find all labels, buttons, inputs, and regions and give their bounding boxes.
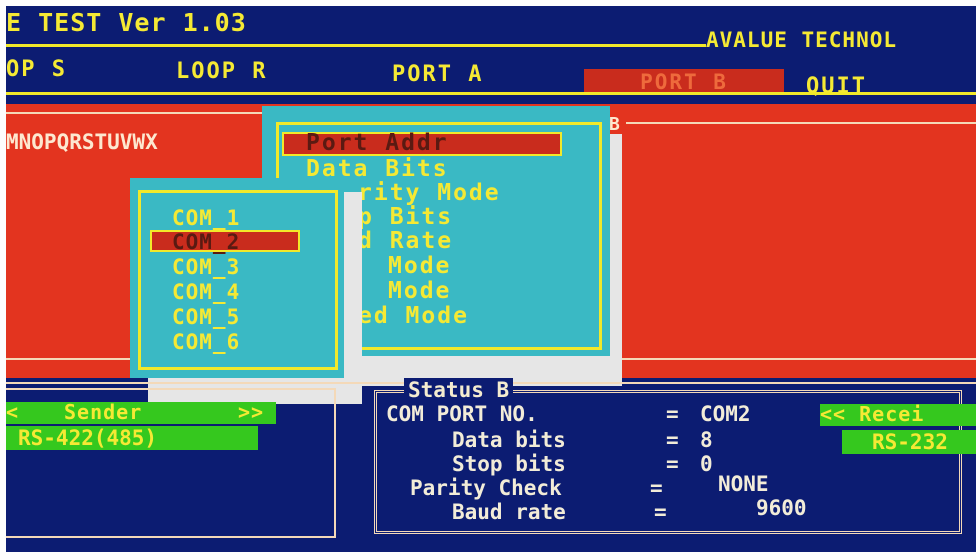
com-menu-item-4[interactable]: COM_4: [172, 280, 240, 304]
menu-loop-s[interactable]: OP S: [6, 57, 67, 82]
port-menu-item-stop-bits[interactable]: p Bits: [358, 204, 453, 230]
com-menu-item-6[interactable]: COM_6: [172, 330, 240, 354]
receiver-header: << Recei: [820, 402, 925, 426]
data-panel-corner-label: B: [609, 114, 620, 135]
data-stream-text: MNOPQRSTUVWX: [6, 130, 158, 154]
sender-mode: RS-422(485): [18, 426, 158, 450]
menu-loop-r[interactable]: LOOP R: [176, 59, 267, 84]
com-menu-item-3[interactable]: COM_3: [172, 255, 240, 279]
status-eq-data-bits: =: [666, 428, 679, 452]
sender-header-right: >>: [238, 400, 265, 424]
com-menu-item-1[interactable]: COM_1: [172, 206, 240, 230]
status-eq-com-port: =: [666, 402, 679, 426]
port-menu-item-parity-mode[interactable]: rity Mode: [358, 180, 501, 206]
com-menu: COM_1 COM_2 COM_3 COM_4 COM_5 COM_6: [130, 178, 344, 378]
menu-quit[interactable]: QUIT: [806, 74, 867, 99]
port-menu-item-mode-2[interactable]: Mode: [388, 278, 451, 304]
status-label-stop-bits: Stop bits: [452, 452, 566, 476]
dos-screen: E TEST Ver 1.03 AVALUE TECHNOL OP S LOOP…: [6, 6, 976, 552]
status-value-com-port: COM2: [700, 402, 751, 426]
status-title: Status B: [404, 378, 514, 402]
sender-header-left: <: [6, 400, 20, 424]
port-menu-item-speed-mode[interactable]: ed Mode: [358, 303, 469, 329]
menu-port-a[interactable]: PORT A: [392, 62, 483, 87]
com-menu-item-2[interactable]: COM_2: [172, 230, 240, 254]
status-label-com-port: COM PORT NO.: [386, 402, 538, 426]
status-value-parity: NONE: [718, 472, 769, 496]
port-menu-item-baud-rate[interactable]: d Rate: [358, 228, 453, 254]
data-panel-top-border: [6, 112, 266, 114]
status-value-stop-bits: 0: [700, 452, 713, 476]
app-title: E TEST Ver 1.03: [6, 8, 247, 37]
status-eq-baud: =: [654, 500, 667, 524]
status-eq-parity: =: [650, 476, 663, 500]
title-divider-extension: [6, 44, 706, 47]
brand-label: AVALUE TECHNOL: [706, 28, 898, 52]
status-value-data-bits: 8: [700, 428, 713, 452]
data-panel-top-border-right: [626, 122, 976, 124]
receiver-mode: RS-232: [872, 430, 948, 454]
sender-header-label: Sender: [64, 400, 143, 424]
status-label-parity: Parity Check: [410, 476, 562, 500]
status-label-data-bits: Data bits: [452, 428, 566, 452]
port-menu-item-mode-1[interactable]: Mode: [388, 253, 451, 279]
status-value-baud: 9600: [756, 496, 807, 520]
menu-divider: [6, 92, 976, 95]
status-eq-stop-bits: =: [666, 452, 679, 476]
com-menu-item-5[interactable]: COM_5: [172, 305, 240, 329]
port-menu-item-port-addr[interactable]: Port Addr: [306, 130, 449, 156]
status-label-baud: Baud rate: [452, 500, 566, 524]
